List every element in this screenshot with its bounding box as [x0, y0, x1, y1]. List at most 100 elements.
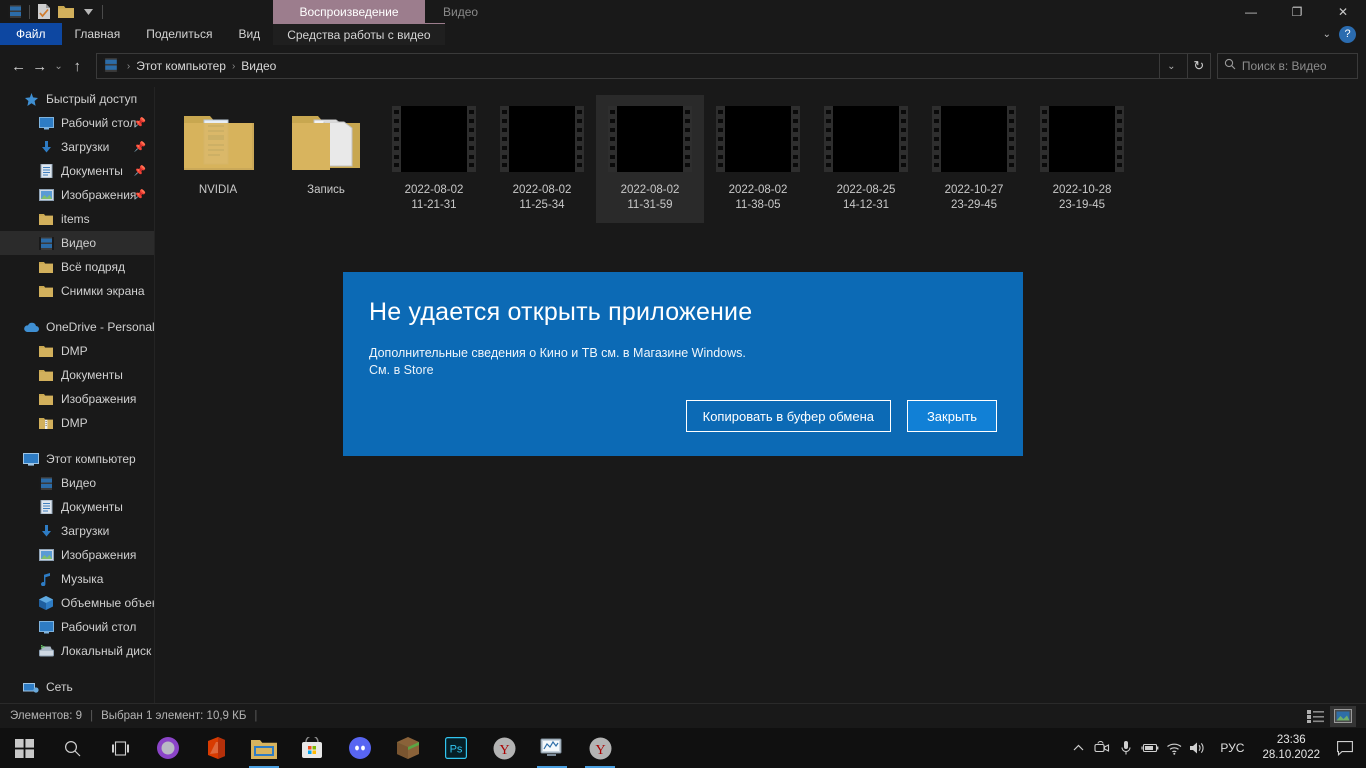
this-pc-icon [22, 451, 40, 467]
sidebar-item-documents[interactable]: Документы 📌 [0, 159, 154, 183]
language-indicator[interactable]: РУС [1210, 741, 1254, 755]
sidebar-group-quick-access[interactable]: Быстрый доступ [0, 87, 154, 111]
video-thumbnail [932, 101, 1016, 177]
microsoft-store-icon[interactable] [288, 728, 336, 768]
file-item-video-4[interactable]: 2022-08-02 11-38-05 [704, 95, 812, 223]
video-thumbnail [1040, 101, 1124, 177]
new-folder-icon[interactable] [55, 1, 77, 23]
customize-chevron-icon[interactable] [77, 1, 99, 23]
clock[interactable]: 23:36 28.10.2022 [1254, 733, 1328, 763]
sidebar-item-onedrive-dmp[interactable]: DMP [0, 339, 154, 363]
notification-icon[interactable] [1328, 728, 1362, 768]
copy-to-clipboard-button[interactable]: Копировать в буфер обмена [685, 400, 891, 432]
breadcrumb[interactable]: › Этот компьютер › Видео ⌄ [95, 53, 1188, 79]
video-library-icon[interactable] [4, 1, 26, 23]
file-item-video-2[interactable]: 2022-08-02 11-25-34 [488, 95, 596, 223]
sidebar-item-pc-video[interactable]: Видео [0, 471, 154, 495]
sidebar-item-pictures[interactable]: Изображения 📌 [0, 183, 154, 207]
wifi-icon[interactable] [1162, 728, 1186, 768]
sidebar-item-screenshots[interactable]: Снимки экрана [0, 279, 154, 303]
status-separator: | [90, 710, 94, 722]
breadcrumb-dropdown-chevron-icon[interactable]: ⌄ [1158, 54, 1183, 78]
back-button[interactable]: ← [8, 53, 29, 79]
film-strip [500, 106, 584, 172]
camera-icon[interactable] [1090, 728, 1114, 768]
film-strip [608, 106, 692, 172]
minimize-button[interactable]: — [1228, 0, 1274, 23]
sidebar-item-onedrive-dmp-zip[interactable]: DMP [0, 411, 154, 435]
search-icon[interactable] [48, 728, 96, 768]
file-item-video-6[interactable]: 2022-10-27 23-29-45 [920, 95, 1028, 223]
sidebar-label: Загрузки [61, 140, 110, 154]
photoshop-icon[interactable]: Ps [432, 728, 480, 768]
properties-icon[interactable] [33, 1, 55, 23]
breadcrumb-item-this-pc[interactable]: Этот компьютер [132, 59, 230, 73]
sidebar-group-this-pc[interactable]: Этот компьютер [0, 447, 154, 471]
start-icon[interactable] [0, 728, 48, 768]
chevron-down-icon[interactable]: ⌄ [1323, 29, 1331, 40]
restore-button[interactable]: ❐ [1274, 0, 1320, 23]
breadcrumb-item-video[interactable]: Видео [237, 59, 280, 73]
sidebar-item-vsyo-podryad[interactable]: Всё подряд [0, 255, 154, 279]
search-icon [1224, 57, 1236, 75]
dialog-store-link[interactable]: См. в Store [369, 363, 997, 377]
sidebar-item-desktop[interactable]: Рабочий стол 📌 [0, 111, 154, 135]
office-icon[interactable] [192, 728, 240, 768]
help-icon[interactable]: ? [1339, 25, 1356, 43]
sidebar-item-onedrive-pictures[interactable]: Изображения [0, 387, 154, 411]
sidebar-item-video[interactable]: Видео [0, 231, 154, 255]
file-explorer-icon[interactable] [240, 728, 288, 768]
pin-icon[interactable]: 📌 [134, 166, 146, 177]
sidebar-item-pc-music[interactable]: Музыка [0, 567, 154, 591]
large-icons-view-icon[interactable] [1330, 705, 1356, 727]
discord-icon[interactable] [336, 728, 384, 768]
microphone-icon[interactable] [1114, 728, 1138, 768]
pin-icon[interactable]: 📌 [134, 190, 146, 201]
sidebar-item-pc-documents[interactable]: Документы [0, 495, 154, 519]
sidebar-group-onedrive[interactable]: OneDrive - Personal [0, 315, 154, 339]
file-item-zapis[interactable]: Запись [272, 95, 380, 223]
sidebar-item-pc-desktop[interactable]: Рабочий стол [0, 615, 154, 639]
sidebar-item-pc-downloads[interactable]: Загрузки [0, 519, 154, 543]
close-button[interactable]: ✕ [1320, 0, 1366, 23]
sidebar-item-downloads[interactable]: Загрузки 📌 [0, 135, 154, 159]
pin-icon[interactable]: 📌 [134, 142, 146, 153]
task-manager-icon[interactable] [528, 728, 576, 768]
close-dialog-button[interactable]: Закрыть [907, 400, 997, 432]
forward-button[interactable]: → [29, 53, 50, 79]
video-folder-icon [37, 475, 55, 491]
sidebar-item-pc-local-disk[interactable]: Локальный диск (( [0, 639, 154, 663]
search-input[interactable]: Поиск в: Видео [1216, 53, 1358, 79]
sidebar-item-onedrive-documents[interactable]: Документы [0, 363, 154, 387]
sidebar-group-network[interactable]: Сеть [0, 675, 154, 699]
yandex-browser-icon[interactable]: Y [480, 728, 528, 768]
file-item-nvidia[interactable]: NVIDIA [164, 95, 272, 223]
file-item-video-3-selected[interactable]: 2022-08-02 11-31-59 [596, 95, 704, 223]
tab-home[interactable]: Главная [62, 23, 134, 45]
tab-share[interactable]: Поделиться [133, 23, 225, 45]
refresh-button[interactable]: ↻ [1187, 53, 1211, 79]
tray-expand-chevron-icon[interactable] [1066, 728, 1090, 768]
contextual-tab-playback[interactable]: Воспроизведение [273, 0, 425, 23]
navigation-pane[interactable]: Быстрый доступ Рабочий стол 📌 Загрузки 📌… [0, 87, 155, 703]
tab-view[interactable]: Вид [225, 23, 273, 45]
minecraft-icon[interactable] [384, 728, 432, 768]
recent-locations-button[interactable]: ⌄ [50, 53, 66, 79]
file-item-video-7[interactable]: 2022-10-28 23-19-45 [1028, 95, 1136, 223]
up-button[interactable]: ↑ [67, 53, 88, 79]
file-item-video-1[interactable]: 2022-08-02 11-21-31 [380, 95, 488, 223]
sidebar-item-pc-3d-objects[interactable]: Объемные объект [0, 591, 154, 615]
svg-text:Ps: Ps [450, 744, 463, 756]
battery-icon[interactable] [1138, 728, 1162, 768]
file-item-video-5[interactable]: 2022-08-25 14-12-31 [812, 95, 920, 223]
sidebar-item-items[interactable]: items [0, 207, 154, 231]
yandex-browser-2-icon[interactable]: Y [576, 728, 624, 768]
sidebar-item-pc-pictures[interactable]: Изображения [0, 543, 154, 567]
cortana-icon[interactable] [144, 728, 192, 768]
volume-icon[interactable] [1186, 728, 1210, 768]
details-view-icon[interactable] [1302, 706, 1328, 727]
tab-video-tools[interactable]: Средства работы с видео [273, 23, 445, 45]
pin-icon[interactable]: 📌 [134, 118, 146, 129]
task-view-icon[interactable] [96, 728, 144, 768]
tab-file[interactable]: Файл [0, 23, 62, 45]
